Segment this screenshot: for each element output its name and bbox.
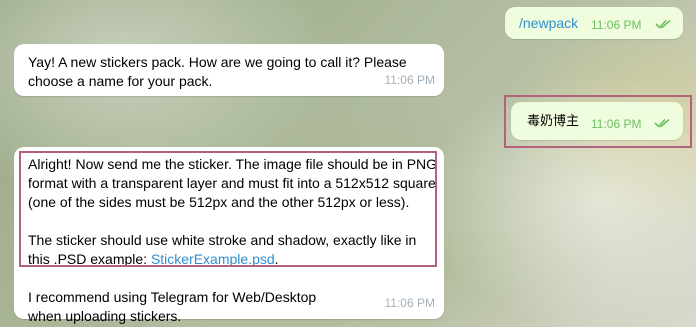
- incoming-message-name-prompt: Yay! A new stickers pack. How are we goi…: [14, 44, 444, 96]
- message-time: 11:06 PM: [591, 18, 642, 32]
- instructions-paragraph-1: Alright! Now send me the sticker. The im…: [28, 156, 438, 210]
- command-text[interactable]: /newpack: [519, 14, 578, 33]
- double-check-icon: [654, 118, 670, 128]
- incoming-message-sticker-instructions: Alright! Now send me the sticker. The im…: [14, 147, 444, 324]
- message-text: 毒奶博主: [527, 114, 580, 129]
- outgoing-message-pack-name: 毒奶博主 11:06 PM: [511, 102, 683, 140]
- message-text: Yay! A new stickers pack. How are we goi…: [28, 54, 407, 89]
- message-time: 11:06 PM: [591, 117, 642, 131]
- message-time: 11:06 PM: [384, 73, 435, 87]
- instructions-paragraph-3: I recommend using Telegram for Web/Deskt…: [28, 289, 317, 324]
- instructions-paragraph-2-end: .: [274, 251, 279, 267]
- sticker-example-link[interactable]: StickerExample.psd: [151, 251, 275, 267]
- instructions-paragraph-2: The sticker should use white stroke and …: [28, 231, 438, 269]
- double-check-icon: [655, 19, 671, 29]
- message-time: 11:06 PM: [384, 296, 435, 310]
- outgoing-message-newpack: /newpack 11:06 PM: [505, 7, 683, 39]
